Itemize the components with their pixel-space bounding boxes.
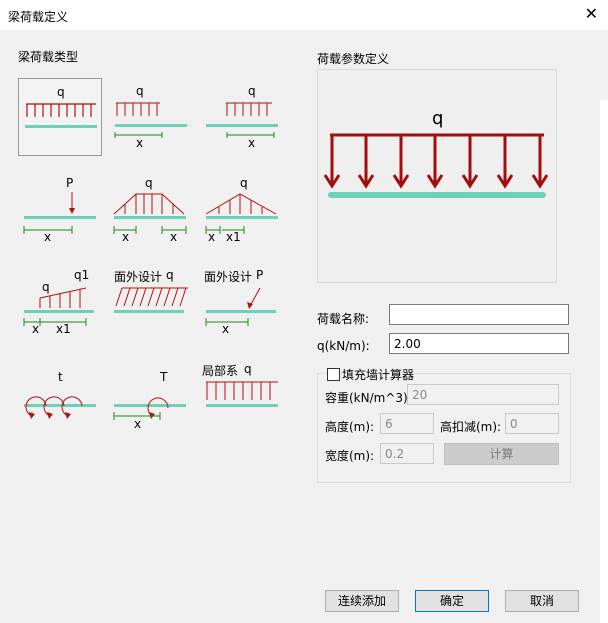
uniform-partial-icon: [114, 102, 187, 138]
uniform-partial-right-icon: [206, 102, 278, 138]
label-q: q: [57, 85, 65, 99]
label-x1: x1: [56, 322, 71, 336]
q-input[interactable]: [389, 333, 569, 354]
fill-wall-checkbox[interactable]: [327, 368, 340, 381]
uniform-load-preview-icon: [323, 133, 549, 198]
label-T: T: [160, 370, 168, 384]
point-load-icon: [23, 192, 96, 234]
width-input: [380, 443, 434, 464]
label-local-system: 局部系: [202, 364, 239, 378]
ok-button[interactable]: 确定: [415, 590, 489, 612]
unit-weight-input: [407, 384, 559, 405]
torque-point-icon: [113, 397, 186, 420]
height-label: 高度(m):: [325, 420, 375, 434]
label-q: q: [42, 280, 50, 294]
label-x: x: [136, 136, 144, 150]
calculate-button: 计算: [444, 443, 559, 465]
load-type-point[interactable]: P x: [18, 170, 100, 246]
load-name-input[interactable]: [389, 304, 569, 325]
label-out-of-plane: 面外设计: [114, 270, 163, 284]
label-x: x: [122, 230, 130, 244]
label-q1: q1: [74, 268, 90, 282]
label-x: x: [222, 322, 230, 336]
height-deduct-input: [505, 413, 559, 434]
load-type-trapezoid[interactable]: q x x: [110, 170, 192, 246]
window-title: 梁荷载定义: [8, 10, 69, 24]
load-type-triangle[interactable]: q x x1: [202, 170, 284, 246]
label-x: x: [134, 417, 142, 431]
preview-q-label: q: [432, 108, 444, 129]
param-group-title: 荷载参数定义: [317, 52, 390, 66]
label-x: x: [44, 230, 52, 244]
label-P: P: [256, 268, 264, 282]
load-name-label: 荷载名称:: [317, 312, 370, 326]
load-type-out-of-plane-distributed[interactable]: 面外设计 q: [110, 262, 192, 338]
height-input: [380, 413, 434, 434]
width-label: 宽度(m):: [325, 449, 375, 463]
label-x: x: [208, 230, 216, 244]
load-type-torque-point[interactable]: T x: [110, 362, 192, 438]
fill-wall-checkbox-label: 填充墙计算器: [342, 366, 417, 383]
unit-weight-label: 容重(kN/m^3):: [325, 391, 412, 405]
vertical-scrollbar[interactable]: [600, 100, 608, 623]
label-x1: x1: [226, 230, 241, 244]
load-type-torque-uniform[interactable]: t: [18, 362, 100, 438]
load-type-linear-partial[interactable]: q1 q x x1: [18, 262, 100, 338]
load-type-group-title: 梁荷载类型: [18, 50, 79, 64]
load-type-uniform-full[interactable]: q: [18, 78, 102, 156]
load-type-uniform-partial-right[interactable]: q x: [202, 78, 284, 154]
load-type-out-of-plane-point[interactable]: 面外设计 P x: [202, 262, 284, 338]
label-out-of-plane: 面外设计: [204, 270, 253, 284]
close-icon[interactable]: ✕: [585, 4, 598, 23]
label-q: q: [248, 84, 256, 98]
title-bar: 梁荷载定义 ✕: [0, 0, 608, 30]
label-x: x: [170, 230, 178, 244]
label-x: x: [32, 322, 40, 336]
q-label: q(kN/m):: [317, 339, 370, 353]
label-q: q: [244, 362, 252, 376]
label-q: q: [240, 176, 248, 190]
height-deduct-label: 高扣减(m):: [440, 420, 502, 434]
label-P: P: [66, 176, 74, 190]
load-preview: q: [317, 69, 557, 283]
load-type-local-system[interactable]: 局部系 q: [202, 362, 284, 438]
load-type-uniform-partial[interactable]: q x: [110, 78, 192, 154]
label-q: q: [145, 176, 153, 190]
label-t: t: [58, 370, 63, 384]
cancel-button[interactable]: 取消: [505, 590, 579, 612]
continuous-add-button[interactable]: 连续添加: [325, 590, 399, 612]
label-q: q: [166, 268, 174, 282]
label-q: q: [136, 84, 144, 98]
label-x: x: [248, 136, 256, 150]
